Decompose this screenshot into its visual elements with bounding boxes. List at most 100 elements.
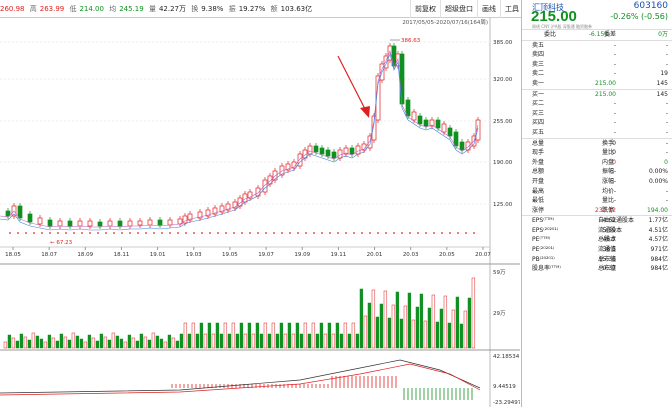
- event-dot: [209, 232, 211, 234]
- ask-label: 卖四: [532, 51, 545, 59]
- volume-bar: [47, 334, 52, 349]
- volume-bar: [119, 338, 124, 349]
- candle-body: [459, 141, 465, 151]
- candle-body: [349, 147, 355, 155]
- ask-row[interactable]: 卖四 - -: [522, 50, 672, 60]
- volume-bar: [231, 322, 236, 349]
- volume-bar: [203, 333, 208, 349]
- volume-bar: [423, 320, 428, 349]
- event-dot: [225, 232, 227, 234]
- kline-chart[interactable]: 2017/05/05-2020/07/16(164周) 385.00 320.00 2…: [0, 18, 520, 407]
- volume-bar: [359, 288, 364, 349]
- high-value: 263.99: [39, 5, 65, 13]
- candle-body: [355, 145, 361, 155]
- macd-tick-label: -23.29497: [493, 400, 520, 406]
- volume-bar: [215, 322, 220, 349]
- asks-book: 卖五 - - 卖四 - - 卖三 - - 卖二 -19 卖一 215.00 145: [522, 39, 672, 89]
- candle-body: [331, 151, 337, 159]
- candle-body: [167, 219, 173, 226]
- bid-row[interactable]: 买五 - -: [522, 128, 672, 138]
- volume-bar: [463, 310, 468, 349]
- amount-label: 额: [270, 5, 278, 13]
- bid-row[interactable]: 买三 - -: [522, 109, 672, 119]
- candle-body: [37, 217, 43, 225]
- stat-label: 内盘: [602, 158, 615, 166]
- event-dot: [105, 232, 107, 234]
- event-dot: [401, 232, 403, 234]
- candle-body: [417, 115, 423, 125]
- volume-bar: [39, 338, 44, 349]
- event-dot: [169, 232, 171, 234]
- volume-bar: [179, 333, 184, 349]
- amount-value: 103.63亿: [280, 5, 313, 13]
- volume-bar: [191, 322, 196, 349]
- ask-row[interactable]: 卖五 - -: [522, 41, 672, 51]
- bid-volume: -: [665, 100, 668, 108]
- quote-panel: 汇顶科技 603160 215.00 -0.26% (-0.56) 周线 CNY…: [521, 0, 672, 407]
- volume-bar: [27, 339, 32, 349]
- volume-bar: [319, 322, 324, 349]
- volume-bar: [99, 333, 104, 349]
- stat-label: 最低: [532, 197, 545, 205]
- time-tick-label: 19.11: [331, 252, 347, 258]
- event-dot: [361, 232, 363, 234]
- volume-bar: [239, 322, 244, 349]
- super-orderbook-button[interactable]: 超级盘口: [440, 0, 477, 18]
- order-diff-label: 委差: [604, 31, 617, 38]
- volume-bar: [139, 333, 144, 349]
- volume-bar: [159, 338, 164, 349]
- volume-bar: [143, 336, 148, 349]
- volume-bar: [71, 332, 76, 349]
- event-dot: [137, 232, 139, 234]
- finance-row: PE⁽ᵀᵀᴹ⁾ 46.7 总股本 4.57亿: [522, 235, 672, 245]
- annotation-arrow-shaft: [337, 55, 367, 112]
- bid-row[interactable]: 买四 - -: [522, 118, 672, 128]
- volume-bar: [447, 322, 452, 349]
- event-dot: [297, 232, 299, 234]
- event-dot: [193, 232, 195, 234]
- bid-row[interactable]: 买一 215.00 145: [522, 90, 672, 100]
- finance-label: 总股本: [598, 236, 617, 244]
- forward-adjust-button[interactable]: 前复权: [410, 0, 440, 18]
- stat-row: 总量 0 换手 -: [522, 139, 672, 149]
- volume-bar: [311, 322, 316, 349]
- event-dot: [113, 232, 115, 234]
- volume-bar: [415, 306, 420, 349]
- stat-value: 194.00: [647, 206, 668, 214]
- volume-bar: [443, 295, 448, 349]
- volume-bar: [283, 333, 288, 349]
- volume-bar: [155, 335, 160, 349]
- finance-row: PB⁽²⁰²⁰¹⁾ 15.36 总市值 984亿: [522, 255, 672, 265]
- volume-bar: [251, 333, 256, 349]
- volume-bar: [83, 341, 88, 349]
- ask-row[interactable]: 卖二 - 19: [522, 69, 672, 79]
- ask-row[interactable]: 卖一 215.00 145: [522, 79, 672, 89]
- volume-tick-label: 29万: [493, 310, 506, 317]
- volume-bar: [35, 335, 40, 349]
- finance-label: 股息率⁽ᵀᵀᴹ⁾: [532, 265, 561, 273]
- volume-bar: [419, 293, 424, 349]
- candle-body: [137, 220, 143, 226]
- event-dot: [33, 232, 35, 234]
- volume-bar: [183, 322, 188, 349]
- bid-row[interactable]: 买二 - -: [522, 99, 672, 109]
- volume-bar: [379, 303, 384, 349]
- event-dot: [353, 232, 355, 234]
- volume-bar: [371, 289, 376, 349]
- stat-row: 涨停 237.12 跌停 194.00: [522, 206, 672, 216]
- tools-button[interactable]: 工具: [500, 0, 523, 18]
- ask-row[interactable]: 卖三 - -: [522, 60, 672, 70]
- bid-price: -: [613, 119, 616, 127]
- candle-body: [17, 205, 23, 219]
- draw-line-button[interactable]: 画线: [477, 0, 500, 18]
- volume-bar: [199, 322, 204, 349]
- bid-label: 买四: [532, 119, 545, 127]
- volume-bar: [167, 334, 172, 349]
- kline-chart-area[interactable]: 2017/05/05-2020/07/16(164周) 385.00 320.00 2…: [0, 18, 520, 407]
- volume-bar: [3, 341, 8, 349]
- bid-volume: -: [665, 128, 668, 136]
- event-dot: [425, 232, 427, 234]
- event-dot: [25, 232, 27, 234]
- volume-bar: [171, 337, 176, 349]
- ask-price: -: [613, 41, 616, 49]
